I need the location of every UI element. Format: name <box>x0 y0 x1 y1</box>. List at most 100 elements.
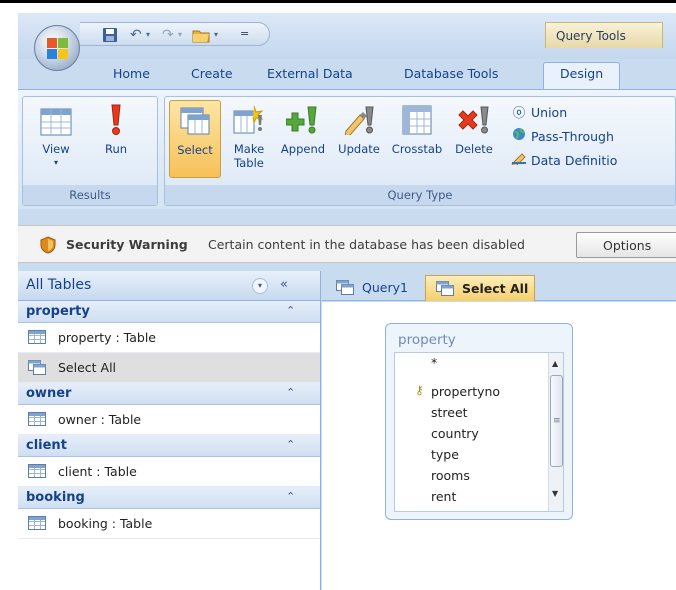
shutter-bar-collapse-icon[interactable]: « <box>280 277 288 292</box>
nav-item-label: Select All <box>58 360 117 375</box>
group-header-owner[interactable]: owner ⌃ <box>18 383 320 405</box>
field-country[interactable]: country <box>431 426 479 441</box>
query-icon <box>336 280 354 295</box>
field-street[interactable]: street <box>431 405 468 420</box>
primary-key-icon: ⚷ <box>415 383 424 397</box>
results-group: View ▾ Run Results <box>22 96 158 206</box>
group-name: owner <box>26 386 72 401</box>
append-button[interactable]: Append <box>275 100 331 178</box>
tab-external-data[interactable]: External Data <box>267 66 353 88</box>
field-type[interactable]: type <box>431 447 459 462</box>
query-tools-context-tab: Query Tools <box>545 22 663 48</box>
security-warning-title: Security Warning <box>66 237 188 252</box>
results-group-label: Results <box>23 185 157 205</box>
options-button[interactable]: Options <box>576 232 676 258</box>
pass-through-button[interactable]: Pass-Through <box>511 127 614 147</box>
union-button[interactable]: ⓞ Union <box>511 103 567 123</box>
group-name: booking <box>26 490 85 505</box>
nav-item-booking-table[interactable]: booking : Table <box>18 509 320 539</box>
group-header-booking[interactable]: booking ⌃ <box>18 487 320 509</box>
collapse-chevron-icon[interactable]: ⌃ <box>286 304 295 317</box>
crosstab-button[interactable]: Crosstab <box>387 100 447 178</box>
collapse-chevron-icon[interactable]: ⌃ <box>286 386 295 399</box>
update-button[interactable]: Update <box>331 100 387 178</box>
update-pencil-icon <box>344 106 374 137</box>
append-icon <box>285 106 317 134</box>
group-header-property[interactable]: property ⌃ <box>18 301 320 323</box>
field-propertyno[interactable]: propertyno <box>431 384 500 399</box>
tab-database-tools[interactable]: Database Tools <box>404 66 498 88</box>
nav-menu-dropdown-icon[interactable]: ▾ <box>252 278 268 294</box>
tab-design[interactable]: Design <box>543 62 621 90</box>
select-query-button[interactable]: Select <box>169 100 221 178</box>
run-button[interactable]: Run <box>87 100 145 178</box>
query-design-area: property * ⚷ propertyno street country t… <box>322 302 676 590</box>
data-definition-label: Data Definitio <box>531 153 618 168</box>
union-icon: ⓞ <box>512 105 526 120</box>
table-icon <box>28 516 46 530</box>
redo-dropdown-icon[interactable]: ▾ <box>178 27 182 43</box>
office-button[interactable] <box>34 25 80 71</box>
scrollbar-thumb[interactable]: ≡ <box>550 375 563 467</box>
nav-item-client-table[interactable]: client : Table <box>18 457 320 487</box>
field-rent[interactable]: rent <box>431 489 456 504</box>
run-label: Run <box>104 142 128 156</box>
group-name: client <box>26 438 67 453</box>
field-list-scrollbar[interactable]: ▲ ≡ ▼ <box>548 353 563 511</box>
nav-item-label: owner : Table <box>58 412 142 427</box>
ribbon: View ▾ Run Results Select Make Table App… <box>18 89 676 209</box>
collapse-chevron-icon[interactable]: ⌃ <box>286 490 295 503</box>
open-dropdown-icon[interactable]: ▾ <box>214 27 218 43</box>
tab-label: Query1 <box>362 280 408 295</box>
view-button[interactable]: View ▾ <box>27 100 85 178</box>
customize-toolbar-icon[interactable]: = <box>240 26 249 42</box>
field-list-box: * ⚷ propertyno street country type rooms… <box>394 352 564 512</box>
data-definition-button[interactable]: Data Definitio <box>511 151 617 171</box>
field-list-title: property <box>398 332 456 348</box>
view-dropdown-icon: ▾ <box>53 158 58 167</box>
nav-item-label: booking : Table <box>58 516 153 531</box>
table-icon <box>28 412 46 426</box>
crosstab-label: Crosstab <box>391 142 443 156</box>
make-table-button[interactable]: Make Table <box>223 100 275 178</box>
nav-item-label: property : Table <box>58 330 156 345</box>
tab-create[interactable]: Create <box>191 66 233 88</box>
top-rule <box>0 0 676 3</box>
field-list-property[interactable]: property * ⚷ propertyno street country t… <box>385 323 573 520</box>
delete-x-icon <box>458 106 489 134</box>
tab-home[interactable]: Home <box>113 66 150 88</box>
delete-label: Delete <box>455 142 493 156</box>
query-type-group-label: Query Type <box>165 185 675 205</box>
scroll-up-arrow-icon[interactable]: ▲ <box>552 359 558 368</box>
collapse-chevron-icon[interactable]: ⌃ <box>286 438 295 451</box>
nav-item-select-all-query[interactable]: Select All <box>18 353 320 383</box>
scrollbar-grip-icon: ≡ <box>553 416 561 426</box>
select-label: Select <box>177 143 213 157</box>
query-type-group: Select Make Table Append Update Crosstab… <box>164 96 676 206</box>
table-icon <box>28 330 46 344</box>
delete-button[interactable]: Delete <box>447 100 501 178</box>
group-header-client[interactable]: client ⌃ <box>18 435 320 457</box>
access-window: ↶ ▾ ↷ ▾ ▾ = Query Tools Home Create Exte… <box>18 13 676 590</box>
undo-icon[interactable]: ↶ <box>130 27 142 43</box>
field-asterisk[interactable]: * <box>431 355 437 370</box>
tab-query1[interactable]: Query1 <box>326 275 424 301</box>
redo-icon[interactable]: ↷ <box>162 27 174 43</box>
append-label: Append <box>280 142 326 156</box>
make-table-label-2: Table <box>234 156 264 170</box>
table-icon <box>28 464 46 478</box>
scroll-down-arrow-icon[interactable]: ▼ <box>552 489 558 498</box>
field-rooms[interactable]: rooms <box>431 468 470 483</box>
query-icon <box>28 360 46 375</box>
save-icon[interactable] <box>102 27 118 47</box>
undo-dropdown-icon[interactable]: ▾ <box>146 27 150 43</box>
navigation-pane: All Tables ▾ « property ⌃ property : Tab… <box>18 271 321 590</box>
security-warning-bar: Security Warning Certain content in the … <box>18 225 676 263</box>
nav-header: All Tables ▾ « <box>18 271 320 301</box>
nav-item-property-table[interactable]: property : Table <box>18 323 320 353</box>
view-label: View <box>42 142 70 156</box>
update-label: Update <box>338 142 380 156</box>
open-folder-icon[interactable] <box>192 27 210 47</box>
tab-select-all[interactable]: Select All <box>425 275 535 301</box>
nav-item-owner-table[interactable]: owner : Table <box>18 405 320 435</box>
